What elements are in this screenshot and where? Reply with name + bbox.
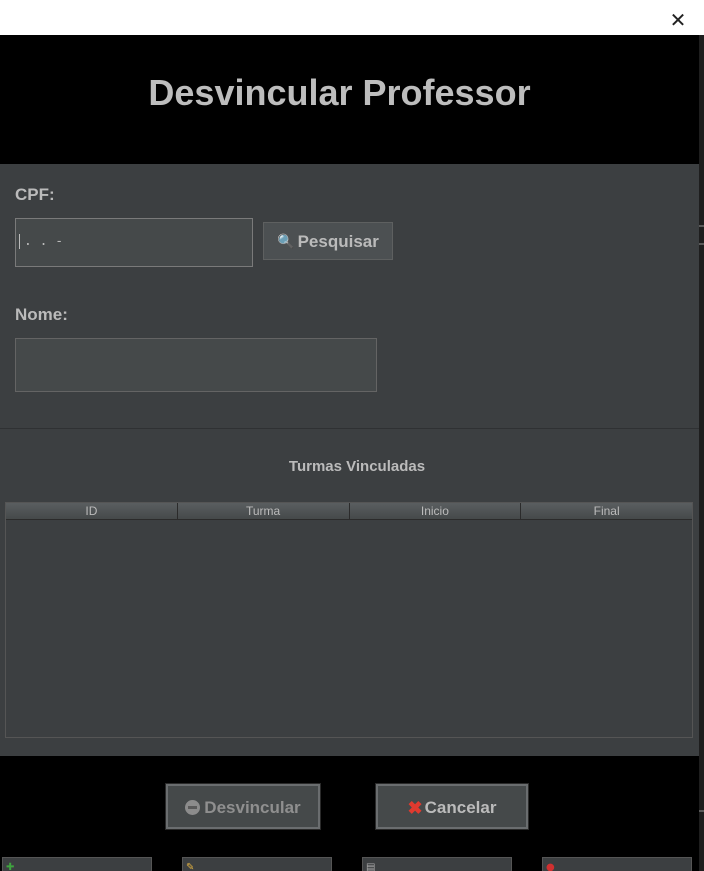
unlink-button-label: Desvincular: [204, 798, 301, 817]
background-window-edge: [699, 35, 704, 871]
search-button-label: Pesquisar: [297, 232, 379, 251]
cpf-input[interactable]: . . -: [15, 218, 253, 267]
background-button: ●: [542, 857, 692, 871]
column-header-inicio[interactable]: Inicio: [350, 503, 522, 519]
form-panel: CPF: . . - 🔍 Pesquisar Nome: Turmas Vincu…: [0, 164, 699, 756]
nome-field[interactable]: [15, 338, 377, 392]
column-header-turma[interactable]: Turma: [178, 503, 350, 519]
dialog-screen: ✚ ✎ ▤ ● ✕ Desvincular Professor CPF: . .…: [0, 0, 704, 871]
background-button: ✚: [2, 857, 152, 871]
cpf-label: CPF:: [15, 185, 55, 204]
minus-circle-icon: [185, 800, 201, 815]
table-header: ID Turma Inicio Final: [6, 503, 692, 520]
column-header-id[interactable]: ID: [6, 503, 178, 519]
close-icon[interactable]: ✕: [665, 8, 691, 32]
column-header-final[interactable]: Final: [521, 503, 692, 519]
turmas-table[interactable]: ID Turma Inicio Final: [5, 502, 693, 738]
unlink-button[interactable]: Desvincular: [165, 783, 321, 830]
window-titlebar: ✕: [0, 4, 699, 36]
table-title: Turmas Vinculadas: [288, 458, 426, 475]
search-icon: 🔍: [277, 233, 295, 249]
page-title: Desvincular Professor: [148, 72, 531, 113]
background-button: ✎: [182, 857, 332, 871]
cpf-mask: . . -: [24, 234, 64, 249]
nome-label: Nome:: [15, 305, 68, 324]
background-toolbar: ✚ ✎ ▤ ●: [0, 840, 699, 871]
cancel-button-label: Cancelar: [424, 798, 497, 817]
background-button: ▤: [362, 857, 512, 871]
red-x-icon: ✖: [407, 798, 423, 818]
search-button[interactable]: 🔍 Pesquisar: [263, 222, 393, 260]
dialog-footer: Desvincular ✖ Cancelar: [0, 756, 699, 840]
cancel-button[interactable]: ✖ Cancelar: [375, 783, 529, 830]
section-divider: [0, 428, 699, 429]
text-caret: [19, 234, 20, 249]
